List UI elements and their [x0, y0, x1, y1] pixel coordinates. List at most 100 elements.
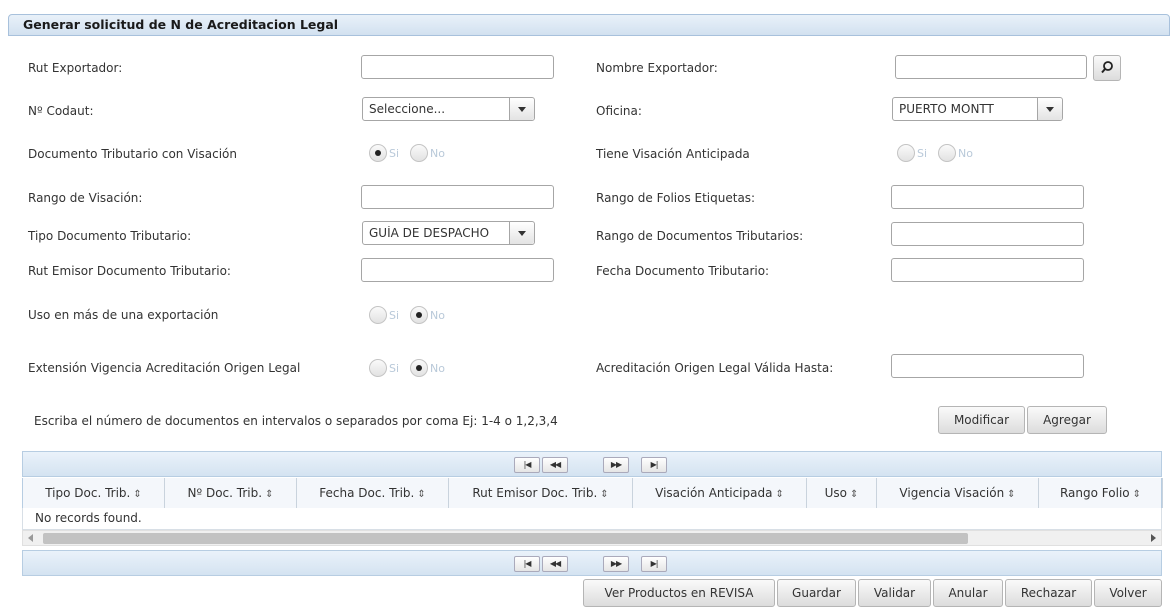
sort-icon: ⇕	[1132, 489, 1142, 500]
prev-page-button[interactable]: ◀◀	[542, 556, 568, 572]
first-page-button[interactable]: |◀	[514, 457, 540, 473]
valida-hasta-label: Acreditación Origen Legal Válida Hasta:	[596, 361, 834, 375]
first-page-button[interactable]: |◀	[514, 556, 540, 572]
uso-mas-exportacion-no-radio[interactable]	[410, 306, 428, 324]
codaut-selected-value: Seleccione...	[369, 102, 446, 116]
sort-icon: ⇕	[133, 489, 142, 500]
column-header[interactable]: Visación Anticipada ⇕	[633, 478, 807, 508]
extension-vigencia-label: Extensión Vigencia Acreditación Origen L…	[28, 361, 301, 375]
oficina-select[interactable]: PUERTO MONTT	[892, 97, 1063, 121]
radio-yes-label: Si	[389, 362, 400, 375]
column-header[interactable]: Rango Folio ⇕	[1039, 478, 1163, 508]
column-header[interactable]: Fecha Doc. Trib. ⇕	[297, 478, 449, 508]
doc-tributario-visacion-yes-radio[interactable]	[369, 144, 387, 162]
rango-visacion-label: Rango de Visación:	[28, 191, 143, 205]
agregar-button[interactable]: Agregar	[1027, 406, 1107, 434]
horizontal-scrollbar[interactable]	[22, 530, 1162, 546]
visacion-anticipada-label: Tiene Visación Anticipada	[596, 147, 750, 161]
uso-mas-exportacion-radio-group: Si No	[369, 306, 449, 328]
radio-no-label: No	[430, 147, 445, 160]
prev-page-button[interactable]: ◀◀	[542, 457, 568, 473]
ver-productos-button[interactable]: Ver Productos en REVISA	[583, 579, 775, 607]
column-header[interactable]: Nº Doc. Trib. ⇕	[165, 478, 297, 508]
sort-icon: ⇕	[265, 489, 274, 500]
search-icon	[1101, 61, 1113, 74]
extension-vigencia-no-radio[interactable]	[410, 359, 428, 377]
scroll-left-icon[interactable]	[28, 534, 33, 542]
column-label: Rut Emisor Doc. Trib.	[472, 486, 598, 500]
radio-no-label: No	[430, 309, 445, 322]
rango-folios-input[interactable]	[891, 185, 1084, 209]
doc-tributario-visacion-label: Documento Tributario con Visación	[28, 147, 237, 161]
chevron-down-icon[interactable]	[1037, 98, 1062, 120]
tipo-doc-select[interactable]: GUÍA DE DESPACHO	[362, 221, 535, 245]
codaut-select[interactable]: Seleccione...	[362, 97, 535, 121]
doc-tributario-visacion-no-radio[interactable]	[410, 144, 428, 162]
last-page-button[interactable]: ▶|	[641, 457, 667, 473]
modificar-button[interactable]: Modificar	[938, 406, 1025, 434]
rut-exportador-label: Rut Exportador:	[28, 61, 123, 75]
codaut-label: Nº Codaut:	[28, 104, 94, 118]
visacion-anticipada-radio-group: Si No	[897, 144, 977, 166]
column-label: Visación Anticipada	[655, 486, 773, 500]
chevron-down-icon[interactable]	[509, 98, 534, 120]
column-label: Nº Doc. Trib.	[187, 486, 263, 500]
column-label: Uso	[824, 486, 847, 500]
column-header[interactable]: Tipo Doc. Trib. ⇕	[23, 478, 165, 508]
sort-icon: ⇕	[1007, 489, 1016, 500]
rango-folios-label: Rango de Folios Etiquetas:	[596, 191, 756, 205]
column-label: Tipo Doc. Trib.	[45, 486, 131, 500]
extension-vigencia-yes-radio[interactable]	[369, 359, 387, 377]
sort-icon: ⇕	[417, 489, 426, 500]
scroll-thumb[interactable]	[43, 533, 968, 544]
radio-no-label: No	[958, 147, 973, 160]
rut-emisor-label: Rut Emisor Documento Tributario:	[28, 264, 231, 278]
rango-docs-input[interactable]	[891, 222, 1084, 246]
nombre-exportador-label: Nombre Exportador:	[596, 61, 718, 75]
column-label: Fecha Doc. Trib.	[319, 486, 415, 500]
paginator-top: |◀ ◀◀ ▶▶ ▶|	[22, 451, 1162, 477]
column-label: Vigencia Visación	[899, 486, 1005, 500]
uso-mas-exportacion-label: Uso en más de una exportación	[28, 308, 219, 322]
paginator-bottom: |◀ ◀◀ ▶▶ ▶|	[22, 550, 1162, 576]
rechazar-button[interactable]: Rechazar	[1005, 579, 1092, 607]
sort-icon: ⇕	[775, 489, 784, 500]
fecha-doc-input[interactable]	[891, 258, 1084, 282]
fecha-doc-label: Fecha Documento Tributario:	[596, 264, 770, 278]
search-button[interactable]	[1093, 55, 1121, 81]
rango-visacion-input[interactable]	[361, 185, 554, 209]
rut-emisor-input[interactable]	[361, 258, 554, 282]
sort-icon: ⇕	[850, 489, 859, 500]
scroll-right-icon[interactable]	[1151, 534, 1156, 542]
radio-no-label: No	[430, 362, 445, 375]
visacion-anticipada-yes-radio[interactable]	[897, 144, 915, 162]
last-page-button[interactable]: ▶|	[641, 556, 667, 572]
column-header[interactable]: Uso ⇕	[807, 478, 877, 508]
sort-icon: ⇕	[600, 489, 609, 500]
table-header: Tipo Doc. Trib. ⇕ Nº Doc. Trib. ⇕ Fecha Do…	[22, 478, 1163, 508]
panel-title: Generar solicitud de N de Acreditacion L…	[8, 14, 1170, 36]
validar-button[interactable]: Validar	[858, 579, 931, 607]
visacion-anticipada-no-radio[interactable]	[938, 144, 956, 162]
column-header[interactable]: Vigencia Visación ⇕	[877, 478, 1039, 508]
next-page-button[interactable]: ▶▶	[603, 556, 629, 572]
extension-vigencia-radio-group: Si No	[369, 359, 449, 381]
radio-yes-label: Si	[917, 147, 928, 160]
nombre-exportador-input[interactable]	[895, 55, 1087, 79]
next-page-button[interactable]: ▶▶	[603, 457, 629, 473]
chevron-down-icon[interactable]	[509, 222, 534, 244]
rango-docs-label: Rango de Documentos Tributarios:	[596, 229, 804, 243]
doc-tributario-visacion-radio-group: Si No	[369, 144, 449, 166]
uso-mas-exportacion-yes-radio[interactable]	[369, 306, 387, 324]
radio-yes-label: Si	[389, 309, 400, 322]
volver-button[interactable]: Volver	[1094, 579, 1162, 607]
oficina-selected-value: PUERTO MONTT	[899, 102, 994, 116]
column-header[interactable]: Rut Emisor Doc. Trib. ⇕	[449, 478, 633, 508]
guardar-button[interactable]: Guardar	[777, 579, 856, 607]
anular-button[interactable]: Anular	[933, 579, 1003, 607]
empty-message: No records found.	[22, 508, 1162, 530]
tipo-doc-selected-value: GUÍA DE DESPACHO	[369, 226, 490, 240]
hint-text: Escriba el número de documentos en inter…	[34, 414, 558, 428]
rut-exportador-input[interactable]	[361, 55, 554, 79]
valida-hasta-input[interactable]	[891, 354, 1084, 378]
